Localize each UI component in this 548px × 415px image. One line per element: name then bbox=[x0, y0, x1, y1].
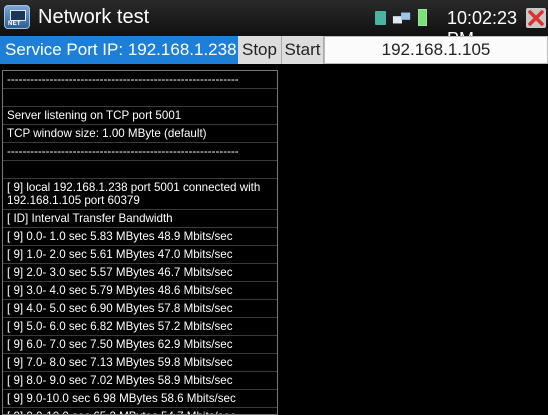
toolbar: Service Port IP: 192.168.1.238 Stop Star… bbox=[0, 36, 548, 64]
console-line: [ ID] Interval Transfer Bandwidth bbox=[3, 210, 277, 228]
right-pane bbox=[279, 64, 548, 415]
console-line: [ 9] 8.0- 9.0 sec 7.02 MBytes 58.9 Mbits… bbox=[3, 372, 277, 390]
console-line: [ 9] 5.0- 6.0 sec 6.82 MBytes 57.2 Mbits… bbox=[3, 318, 277, 336]
close-button[interactable] bbox=[526, 8, 546, 28]
console-line: [ 9] 6.0- 7.0 sec 7.50 MBytes 62.9 Mbits… bbox=[3, 336, 277, 354]
close-icon bbox=[528, 10, 544, 26]
console-line: [ 9] 9.0-10.0 sec 6.98 MBytes 58.6 Mbits… bbox=[3, 390, 277, 408]
start-button[interactable]: Start bbox=[282, 36, 324, 64]
window-title: Network test bbox=[38, 6, 150, 28]
network-icon bbox=[392, 12, 411, 24]
console-output[interactable]: ----------------------------------------… bbox=[2, 70, 278, 415]
console-line: [ 9] 3.0- 4.0 sec 5.79 MBytes 48.6 Mbits… bbox=[3, 282, 277, 300]
console-line: [ 9] 2.0- 3.0 sec 5.57 MBytes 46.7 Mbits… bbox=[3, 264, 277, 282]
console-line: TCP window size: 1.00 MByte (default) bbox=[3, 125, 277, 143]
console-line: [ 9] 4.0- 5.0 sec 6.90 MBytes 57.8 Mbits… bbox=[3, 300, 277, 318]
console-line: [ 9] 0.0- 1.0 sec 5.83 MBytes 48.9 Mbits… bbox=[3, 228, 277, 246]
console-line: Server listening on TCP port 5001 bbox=[3, 107, 277, 125]
console-line: [ 9] local 192.168.1.238 port 5001 conne… bbox=[3, 179, 277, 210]
console-line: [ 9] 0.0-10.0 sec 65.2 MBytes 54.7 Mbits… bbox=[3, 408, 277, 414]
app-icon-tag: NET bbox=[8, 21, 21, 27]
console-line: [ 9] 7.0- 8.0 sec 7.13 MBytes 59.8 Mbits… bbox=[3, 354, 277, 372]
server-ip-input[interactable] bbox=[324, 36, 548, 64]
service-port-ip-label: Service Port IP: 192.168.1.238 bbox=[0, 36, 238, 64]
title-bar: NET Network test 10:02:23 PM bbox=[0, 0, 548, 49]
stop-button[interactable]: Stop bbox=[238, 36, 282, 64]
console-line bbox=[3, 161, 277, 179]
sd-card-icon bbox=[375, 11, 386, 25]
console-line bbox=[3, 89, 277, 107]
console-line: [ 9] 1.0- 2.0 sec 5.61 MBytes 47.0 Mbits… bbox=[3, 246, 277, 264]
battery-icon bbox=[418, 9, 427, 26]
network-test-app-icon: NET bbox=[4, 5, 30, 29]
console-line: ----------------------------------------… bbox=[3, 71, 277, 89]
console-line: ----------------------------------------… bbox=[3, 143, 277, 161]
